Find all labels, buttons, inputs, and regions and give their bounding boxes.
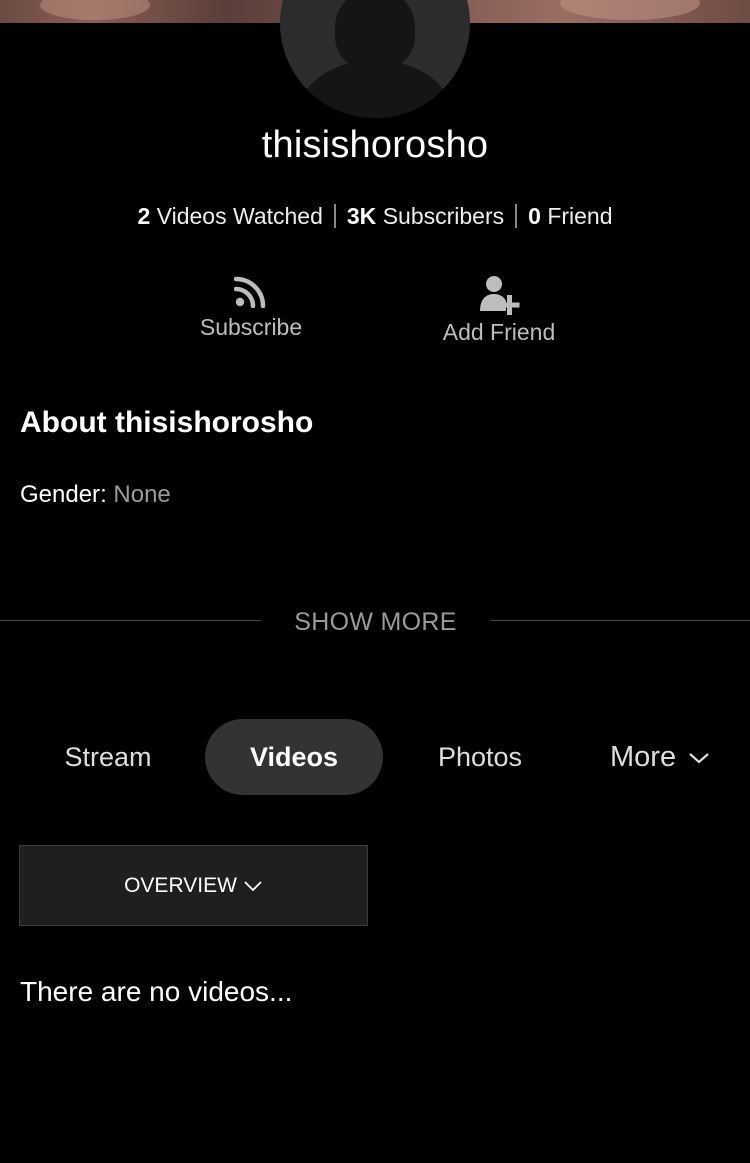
- divider: [490, 620, 750, 621]
- tab-videos[interactable]: Videos: [205, 719, 383, 795]
- about-title: About thisishorosho: [20, 406, 314, 439]
- overview-dropdown[interactable]: OVERVIEW: [19, 845, 368, 926]
- profile-stats: 2 Videos Watched 3K Subscribers 0 Friend: [0, 203, 750, 230]
- videos-watched-count: 2: [137, 203, 151, 229]
- gender-field: Gender: None: [20, 481, 171, 508]
- add-user-icon: [480, 276, 520, 315]
- profile-username: thisishorosho: [261, 124, 489, 166]
- chevron-down-icon: [689, 753, 709, 764]
- gender-label: Gender: [20, 481, 101, 508]
- empty-state-message: There are no videos...: [20, 976, 293, 1007]
- profile-page: thisishorosho 2 Videos Watched 3K Subscri…: [0, 0, 750, 1163]
- avatar[interactable]: [280, 0, 470, 118]
- friends-label: Friend: [547, 203, 613, 229]
- tab-more[interactable]: More: [610, 719, 745, 795]
- stats-divider: [333, 204, 336, 228]
- subscribers-label: Subscribers: [382, 203, 505, 229]
- tab-photos[interactable]: Photos: [400, 719, 560, 795]
- profile-tabs: Stream Videos Photos More: [0, 719, 750, 795]
- videos-watched-label: Videos Watched: [156, 203, 323, 229]
- stats-divider: [515, 204, 518, 228]
- friends-count: 0: [528, 203, 541, 229]
- rss-icon: [234, 276, 266, 308]
- overview-dropdown-label: OVERVIEW: [124, 874, 237, 897]
- subscribe-label: Subscribe: [199, 314, 303, 340]
- add-friend-label: Add Friend: [442, 319, 556, 345]
- divider: [0, 620, 261, 621]
- tab-more-label: More: [610, 741, 677, 773]
- chevron-down-icon: [244, 881, 262, 892]
- tab-stream[interactable]: Stream: [30, 719, 186, 795]
- gender-value: None: [113, 481, 171, 508]
- avatar-placeholder-body: [298, 60, 452, 118]
- show-more-button[interactable]: SHOW MORE: [261, 608, 490, 637]
- subscribe-button[interactable]: Subscribe: [180, 276, 322, 341]
- add-friend-button[interactable]: Add Friend: [425, 275, 573, 346]
- subscribers-count: 3K: [346, 203, 377, 229]
